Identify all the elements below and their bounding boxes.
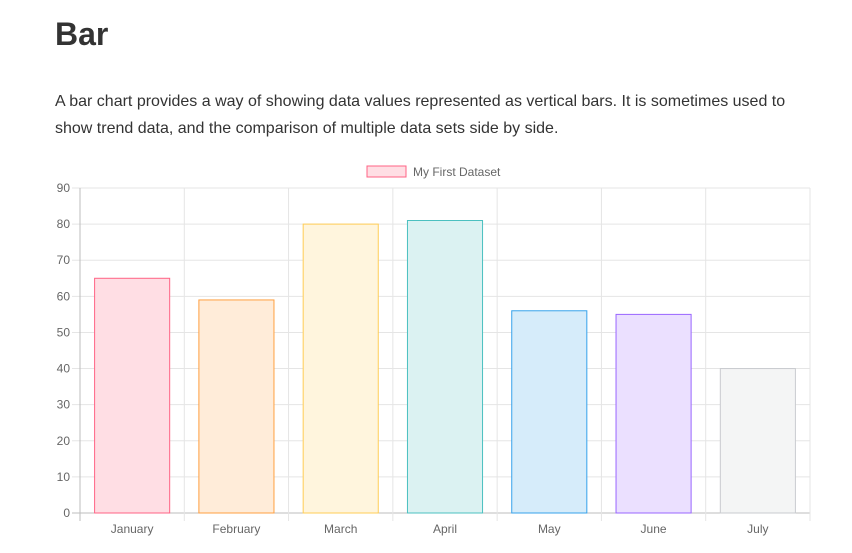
y-tick-label: 50	[57, 325, 71, 339]
y-tick-label: 20	[57, 434, 71, 448]
bar-chart: 0 10 20 30 40 50 60 70 80 90 January February March A…	[57, 165, 811, 536]
legend-label[interactable]: My First Dataset	[413, 165, 501, 179]
x-tick-label: July	[747, 522, 768, 536]
chart-bars	[94, 220, 796, 514]
x-tick-label: May	[538, 522, 561, 536]
x-tick-label: January	[111, 522, 154, 536]
legend-swatch[interactable]	[366, 165, 407, 178]
y-tick-label: 90	[57, 181, 71, 195]
y-tick-label: 80	[57, 217, 71, 231]
page-title: Bar	[55, 16, 109, 52]
x-tick-label: June	[641, 522, 667, 536]
page-description: A bar chart provides a way of showing da…	[55, 93, 786, 137]
bar-march	[302, 223, 379, 514]
y-tick-label: 10	[57, 470, 71, 484]
bar-july	[719, 368, 796, 514]
y-tick-label: 70	[57, 253, 71, 267]
y-tick-label: 40	[57, 362, 71, 376]
chart-legend[interactable]: My First Dataset	[366, 165, 501, 179]
x-tick-label: April	[433, 522, 457, 536]
bar-january	[94, 277, 171, 514]
bar-february	[198, 299, 275, 514]
y-tick-label: 0	[63, 506, 70, 520]
bar-april	[406, 220, 484, 514]
bar-may	[511, 310, 588, 514]
x-tick-label: February	[212, 522, 260, 536]
bar-june	[615, 313, 692, 514]
y-tick-label: 30	[57, 398, 71, 412]
x-tick-label: March	[324, 522, 357, 536]
y-tick-label: 60	[57, 289, 71, 303]
